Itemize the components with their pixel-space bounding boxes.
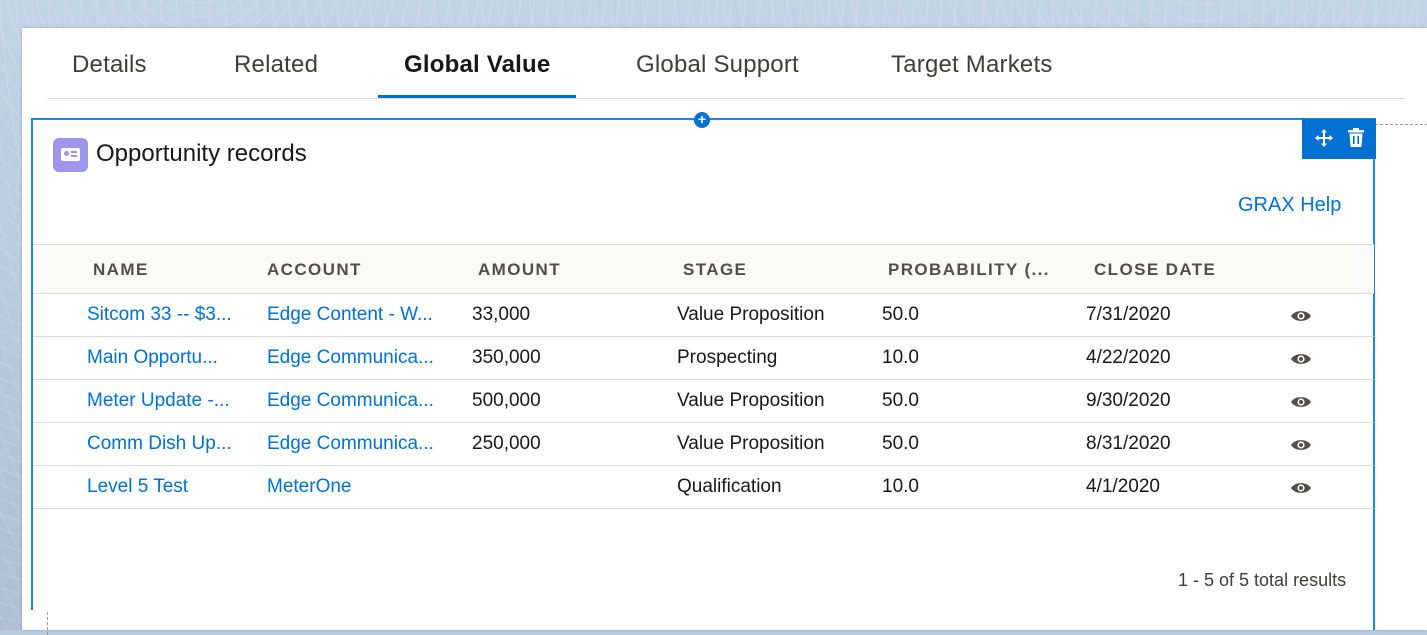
stage-cell: Qualification [677, 476, 782, 497]
component-toolbar [1302, 119, 1376, 159]
opportunity-table: NAME ACCOUNT AMOUNT STAGE PROBABILITY (.… [33, 244, 1374, 509]
table-row: Main Opportu... Edge Communica... 350,00… [33, 337, 1374, 380]
account-link[interactable]: Edge Communica... [267, 347, 434, 369]
move-icon[interactable] [1310, 124, 1338, 152]
tab-details[interactable]: Details [72, 51, 147, 79]
tab-global-support[interactable]: Global Support [636, 51, 799, 79]
preview-eye-icon[interactable] [1290, 351, 1312, 367]
close-date-cell: 7/31/2020 [1086, 304, 1171, 325]
probability-cell: 10.0 [882, 476, 919, 497]
account-link[interactable]: MeterOne [267, 476, 351, 498]
table-row: Meter Update -... Edge Communica... 500,… [33, 380, 1374, 423]
probability-cell: 50.0 [882, 390, 919, 411]
preview-eye-icon[interactable] [1290, 394, 1312, 410]
column-header-name[interactable]: NAME [93, 260, 149, 280]
table-row: Comm Dish Up... Edge Communica... 250,00… [33, 423, 1374, 466]
column-header-close-date[interactable]: CLOSE DATE [1094, 260, 1216, 280]
table-row: Sitcom 33 -- $3... Edge Content - W... 3… [33, 294, 1374, 337]
table-row: Level 5 Test MeterOne Qualification 10.0… [33, 466, 1374, 509]
card-title: Opportunity records [96, 140, 307, 167]
column-header-stage[interactable]: STAGE [683, 260, 747, 280]
opportunity-name-link[interactable]: Comm Dish Up... [87, 433, 232, 455]
amount-cell: 33,000 [472, 304, 531, 325]
tab-global-value[interactable]: Global Value [404, 51, 550, 79]
stage-cell: Value Proposition [677, 433, 825, 454]
trash-icon[interactable] [1342, 124, 1370, 152]
stage-cell: Prospecting [677, 347, 778, 368]
column-header-probability[interactable]: PROBABILITY (... [888, 260, 1050, 280]
column-header-account[interactable]: ACCOUNT [267, 260, 362, 280]
tab-related[interactable]: Related [234, 51, 318, 79]
close-date-cell: 8/31/2020 [1086, 433, 1171, 454]
table-header: NAME ACCOUNT AMOUNT STAGE PROBABILITY (.… [33, 244, 1374, 294]
close-date-cell: 4/1/2020 [1086, 476, 1160, 497]
opportunity-name-link[interactable]: Main Opportu... [87, 347, 218, 369]
tab-bar: Details Related Global Value Global Supp… [47, 28, 1405, 99]
stage-cell: Value Proposition [677, 390, 825, 411]
close-date-cell: 4/22/2020 [1086, 347, 1171, 368]
amount-cell: 250,000 [472, 433, 541, 454]
grax-help-link[interactable]: GRAX Help [1238, 194, 1341, 217]
account-link[interactable]: Edge Content - W... [267, 304, 433, 326]
column-header-amount[interactable]: AMOUNT [478, 260, 561, 280]
close-date-cell: 9/30/2020 [1086, 390, 1171, 411]
amount-cell: 350,000 [472, 347, 541, 368]
amount-cell: 500,000 [472, 390, 541, 411]
active-tab-indicator [378, 95, 576, 98]
preview-eye-icon[interactable] [1290, 308, 1312, 324]
preview-eye-icon[interactable] [1290, 437, 1312, 453]
id-card-icon [53, 138, 88, 172]
probability-cell: 50.0 [882, 433, 919, 454]
opportunity-name-link[interactable]: Sitcom 33 -- $3... [87, 304, 232, 326]
account-link[interactable]: Edge Communica... [267, 390, 434, 412]
stage-cell: Value Proposition [677, 304, 825, 325]
add-component-icon[interactable]: + [694, 112, 710, 128]
tab-target-markets[interactable]: Target Markets [891, 51, 1053, 79]
opportunity-name-link[interactable]: Level 5 Test [87, 476, 188, 498]
results-count: 1 - 5 of 5 total results [1178, 570, 1347, 590]
preview-eye-icon[interactable] [1290, 480, 1312, 496]
probability-cell: 50.0 [882, 304, 919, 325]
probability-cell: 10.0 [882, 347, 919, 368]
account-link[interactable]: Edge Communica... [267, 433, 434, 455]
opportunity-name-link[interactable]: Meter Update -... [87, 390, 230, 412]
